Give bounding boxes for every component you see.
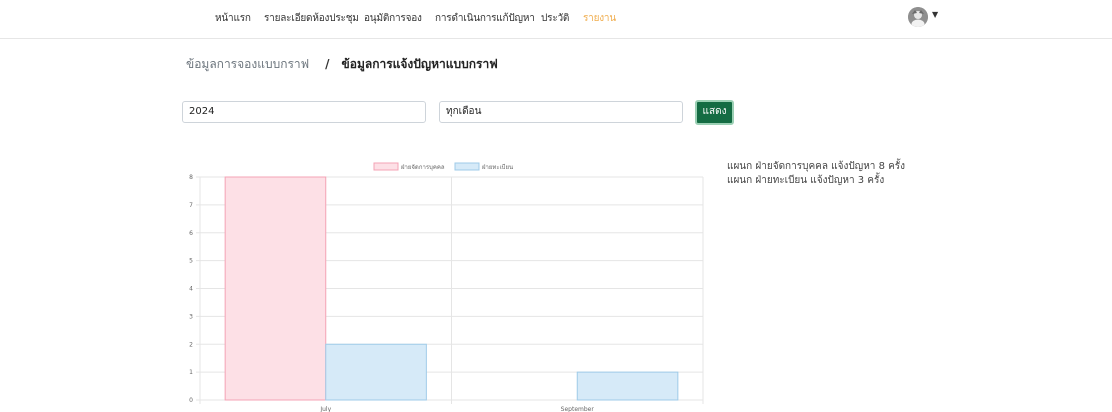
bar-registration-september (576, 371, 679, 401)
y-tick-label: 2 (189, 341, 193, 348)
y-tick-label: 3 (189, 313, 193, 320)
legend-label: ฝ่ายจัดการบุคคล (401, 164, 445, 171)
y-tick-label: 4 (189, 286, 193, 293)
legend-swatch (454, 162, 480, 171)
problem-report-bar-chart: 0 1 2 3 4 5 6 7 8 July September ฝ่ายจัดการบุคคล ฝ่า… (189, 162, 704, 412)
bar-registration-july (325, 343, 427, 401)
y-tick-label: 5 (189, 258, 193, 265)
legend-swatch (373, 162, 399, 171)
y-tick-label: 7 (189, 202, 193, 209)
y-tick-label: 0 (189, 397, 193, 404)
legend-label: ฝ่ายทะเบียน (482, 163, 513, 171)
bar-personnel-july (224, 176, 327, 401)
y-tick-label: 8 (189, 174, 193, 181)
x-tick-label: September (561, 406, 595, 412)
x-tick-label: July (319, 406, 331, 412)
y-tick-label: 6 (189, 230, 193, 237)
y-tick-label: 1 (189, 369, 193, 376)
